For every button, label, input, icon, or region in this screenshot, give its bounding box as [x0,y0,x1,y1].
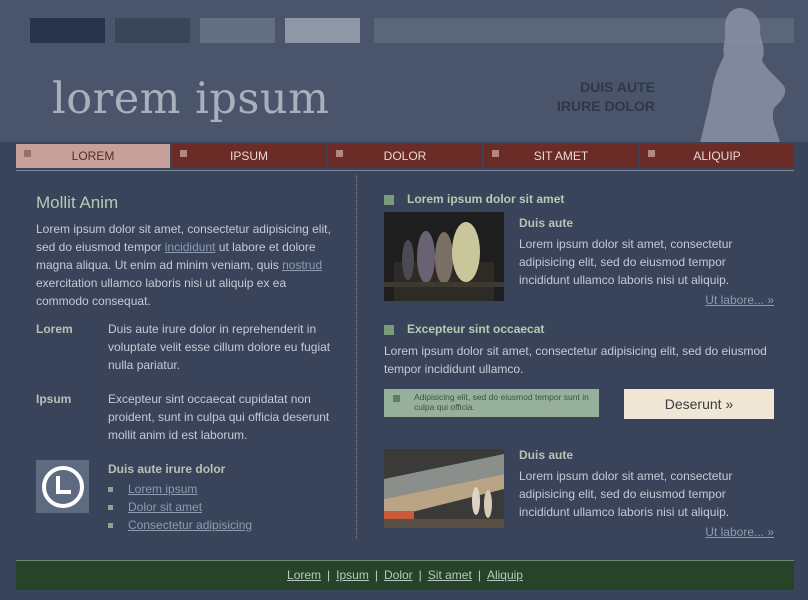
bullet-icon [108,523,113,528]
night-crowd-photo[interactable] [384,212,504,301]
definition-desc: Duis aute irure dolor in reprehenderit i… [108,322,331,372]
nav-item-ipsum[interactable]: IPSUM [172,144,326,168]
square-bullet-icon [393,395,400,402]
tagline-line: DUIS AUTE [580,79,655,95]
list-item: Lorem ipsum [108,480,252,498]
article-body: Duis aute Lorem ipsum dolor sit amet, co… [519,214,774,309]
subway-station-photo[interactable] [384,444,504,533]
notice-box: Adipisicing elit, sed do eiusmod tempor … [384,389,599,417]
header: lorem ipsum DUIS AUTE IRURE DOLOR [0,0,808,142]
section-text: Lorem ipsum dolor sit amet, consectetur … [384,344,767,376]
nav-item-lorem[interactable]: LOREM [16,144,170,168]
section-heading-label: Excepteur sint occaecat [407,322,545,336]
footer-link-dolor[interactable]: Dolor [384,568,413,582]
nav-item-dolor[interactable]: DOLOR [328,144,482,168]
definition-term: Ipsum [36,392,72,406]
main-nav: LOREM IPSUM DOLOR SIT AMET ALIQUIP [16,144,794,168]
bullet-icon [108,487,113,492]
nav-item-label: IPSUM [229,149,268,163]
read-more-link[interactable]: Ut labore... » [705,525,774,539]
section-heading: Excepteur sint occaecat [384,320,774,338]
article-body: Duis aute Lorem ipsum dolor sit amet, co… [519,446,774,541]
clock-box: Duis aute irure dolor Lorem ipsum Dolor … [36,460,336,534]
header-tagline: DUIS AUTE IRURE DOLOR [557,78,655,116]
intro-text: exercitation ullamco laboris nisi ut ali… [36,276,287,308]
definition-row: Ipsum Excepteur sint occaecat cupidatat … [36,390,336,444]
nav-divider [16,170,794,171]
side-column: Lorem ipsum dolor sit amet Duis aute Lor… [384,190,774,539]
deserunt-button[interactable]: Deserunt » [624,389,774,419]
color-swatch [200,18,275,43]
notice-text: Adipisicing elit, sed do eiusmod tempor … [414,392,589,412]
clock-box-links: Lorem ipsum Dolor sit amet Consectetur a… [108,480,252,534]
nav-item-sit-amet[interactable]: SIT AMET [484,144,638,168]
list-link[interactable]: Consectetur adipisicing [128,518,252,532]
nav-item-label: ALIQUIP [693,149,741,163]
definition-term: Lorem [36,322,73,336]
footer-link-lorem[interactable]: Lorem [287,568,321,582]
intro-link-nostrud[interactable]: nostrud [282,258,322,272]
tagline-line: IRURE DOLOR [557,98,655,114]
nav-item-label: SIT AMET [533,149,589,163]
definition-list: Lorem Duis aute irure dolor in reprehend… [36,320,336,444]
list-item: Consectetur adipisicing [108,516,252,534]
clock-box-title: Duis aute irure dolor [108,462,226,476]
woman-silhouette-image [700,8,786,142]
square-bullet-icon [384,325,394,335]
footer-link-sit-amet[interactable]: Sit amet [428,568,472,582]
article-text: Lorem ipsum dolor sit amet, consectetur … [519,237,733,287]
nav-bullet-icon [648,150,655,157]
footer-link-aliquip[interactable]: Aliquip [487,568,523,582]
footer-separator: | [327,568,331,582]
list-item: Dolor sit amet [108,498,252,516]
nav-item-label: DOLOR [383,149,427,163]
section-heading-label: Lorem ipsum dolor sit amet [407,192,565,206]
site-logo[interactable]: lorem ipsum [52,74,329,124]
news-article: Duis aute Lorem ipsum dolor sit amet, co… [384,444,774,539]
article-title: Duis aute [519,216,574,230]
nav-bullet-icon [492,150,499,157]
list-link[interactable]: Dolor sit amet [128,500,202,514]
nav-bullet-icon [24,150,31,157]
intro-link-incididunt[interactable]: incididunt [165,240,216,254]
color-swatch [285,18,360,43]
bullet-icon [108,505,113,510]
definition-row: Lorem Duis aute irure dolor in reprehend… [36,320,336,374]
nav-bullet-icon [180,150,187,157]
read-more: Ut labore... » [519,291,774,309]
footer: Lorem | Ipsum | Dolor | Sit amet | Aliquip [16,560,794,590]
column-divider [356,174,357,539]
main-title: Mollit Anim [36,193,119,212]
color-swatch [115,18,190,43]
nav-bullet-icon [336,150,343,157]
nav-item-aliquip[interactable]: ALIQUIP [640,144,794,168]
article-text: Lorem ipsum dolor sit amet, consectetur … [519,469,733,519]
news-article: Duis aute Lorem ipsum dolor sit amet, co… [384,212,774,307]
square-bullet-icon [384,195,394,205]
clock-icon [36,460,89,513]
section-heading: Lorem ipsum dolor sit amet [384,190,774,208]
read-more: Ut labore... » [519,523,774,541]
footer-link-ipsum[interactable]: Ipsum [336,568,369,582]
footer-separator: | [374,568,378,582]
list-link[interactable]: Lorem ipsum [128,482,197,496]
article-title: Duis aute [519,448,574,462]
color-swatch [30,18,105,43]
nav-item-label: LOREM [71,149,115,163]
main-column: Mollit Anim Lorem ipsum dolor sit amet, … [36,190,336,534]
clock-box-info: Duis aute irure dolor Lorem ipsum Dolor … [108,460,252,534]
read-more-link[interactable]: Ut labore... » [705,293,774,307]
definition-desc: Excepteur sint occaecat cupidatat non pr… [108,392,330,442]
footer-separator: | [477,568,481,582]
intro-paragraph: Lorem ipsum dolor sit amet, consectetur … [36,220,336,310]
footer-separator: | [418,568,422,582]
clock-icon-graphic [41,465,84,508]
